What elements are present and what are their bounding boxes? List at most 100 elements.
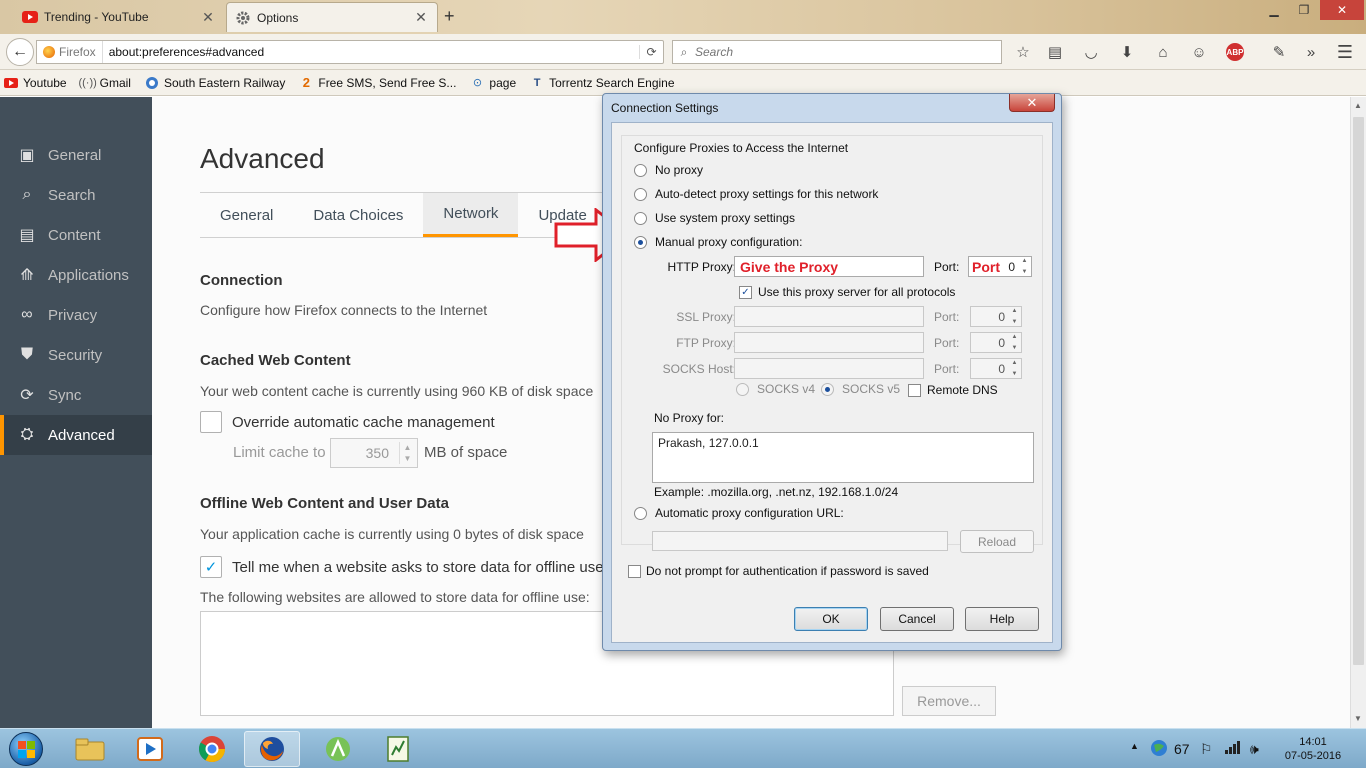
cancel-button[interactable]: Cancel xyxy=(880,607,954,631)
url-bar[interactable]: Firefox about:preferences#advanced ⟳ xyxy=(36,40,664,64)
radio-manual-proxy[interactable]: Manual proxy configuration: xyxy=(634,235,802,249)
port-spinner[interactable]: ▲ ▼ xyxy=(1009,308,1020,325)
ssl-port-input[interactable]: 0 ▲ ▼ xyxy=(970,306,1022,327)
sidebar-item-content[interactable]: ▤ Content xyxy=(0,215,152,255)
ftp-port-input[interactable]: 0 ▲ ▼ xyxy=(970,332,1022,353)
bookmark-torrentz[interactable]: T Torrentz Search Engine xyxy=(530,76,675,90)
tab-trending-youtube[interactable]: Trending - YouTube ✕ xyxy=(14,2,224,32)
bookmarks-menu-icon[interactable]: ▤ xyxy=(1044,42,1066,62)
show-hidden-icons-arrow[interactable]: ▲ xyxy=(1130,741,1139,751)
sidebar-item-security[interactable]: ⛊ Security xyxy=(0,335,152,375)
radio-system-proxy[interactable]: Use system proxy settings xyxy=(634,211,795,225)
socks-port-input[interactable]: 0 ▲ ▼ xyxy=(970,358,1022,379)
cache-limit-spinner[interactable]: ▲ ▼ xyxy=(399,442,415,464)
auto-config-url-input[interactable] xyxy=(652,531,948,551)
hello-chat-icon[interactable]: ☺ xyxy=(1188,42,1210,62)
ftp-proxy-input[interactable] xyxy=(734,332,924,353)
extension-icon[interactable]: ✎ xyxy=(1268,42,1290,62)
radio-button[interactable] xyxy=(634,187,647,201)
signal-strength-icon[interactable] xyxy=(1224,739,1242,758)
sidebar-item-sync[interactable]: ⟳ Sync xyxy=(0,375,152,415)
bookmark-gmail[interactable]: ((·)) Gmail xyxy=(78,76,131,90)
close-window-button[interactable]: ✕ xyxy=(1320,0,1364,20)
new-tab-plus-icon[interactable]: + xyxy=(444,6,455,27)
sidebar-item-search[interactable]: ⌕ Search xyxy=(0,175,152,215)
page-scrollbar[interactable]: ▲ ▼ xyxy=(1350,97,1366,728)
volume-icon[interactable]: 🕪 xyxy=(1250,741,1259,758)
maximize-window-button[interactable]: ❐ xyxy=(1290,0,1318,20)
minimize-window-button[interactable]: ▁ xyxy=(1260,0,1288,20)
radio-socks-v5[interactable]: SOCKS v5 xyxy=(821,382,900,396)
sidebar-item-advanced[interactable]: ⛭ Advanced xyxy=(0,415,152,455)
pocket-icon[interactable]: ◡ xyxy=(1080,42,1102,62)
system-clock[interactable]: 14:01 07-05-2016 xyxy=(1276,735,1350,763)
tray-counter[interactable]: 67 xyxy=(1174,741,1190,757)
taskbar-file-explorer[interactable] xyxy=(62,731,118,767)
subtab-data-choices[interactable]: Data Choices xyxy=(293,193,423,237)
help-button[interactable]: Help xyxy=(965,607,1039,631)
bookmark-star-icon[interactable]: ☆ xyxy=(1012,42,1034,62)
site-identity[interactable]: Firefox xyxy=(37,41,103,63)
bookmark-south-eastern-railway[interactable]: South Eastern Railway xyxy=(145,76,285,90)
search-bar[interactable]: ⌕ xyxy=(672,40,1002,64)
taskbar-firefox[interactable] xyxy=(244,731,300,767)
port-spinner[interactable]: ▲ ▼ xyxy=(1009,334,1020,351)
ssl-proxy-input[interactable] xyxy=(734,306,924,327)
remove-button[interactable]: Remove... xyxy=(902,686,996,716)
adblock-plus-icon[interactable]: ABP xyxy=(1224,42,1246,62)
scroll-up-arrow-icon[interactable]: ▲ xyxy=(1354,101,1362,110)
cache-limit-input[interactable]: 350 ▲ ▼ xyxy=(330,438,418,468)
sidebar-item-applications[interactable]: ⟰ Applications xyxy=(0,255,152,295)
use-for-all-checkbox[interactable]: ✓ xyxy=(739,286,752,299)
start-button[interactable] xyxy=(4,731,48,767)
remote-dns-checkbox[interactable] xyxy=(908,384,921,397)
close-icon[interactable]: ✕ xyxy=(1009,94,1055,112)
search-input[interactable] xyxy=(695,45,1001,59)
override-cache-checkbox[interactable] xyxy=(200,411,222,433)
scroll-down-arrow-icon[interactable]: ▼ xyxy=(1354,714,1362,723)
radio-auto-detect[interactable]: Auto-detect proxy settings for this netw… xyxy=(634,187,878,201)
sidebar-item-privacy[interactable]: ∞ Privacy xyxy=(0,295,152,335)
sidebar-item-general[interactable]: ▣ General xyxy=(0,135,152,175)
tell-me-checkbox[interactable]: ✓ xyxy=(200,556,222,578)
radio-button[interactable] xyxy=(634,163,647,177)
taskbar-media-player[interactable] xyxy=(122,731,178,767)
hamburger-menu-icon[interactable]: ☰ xyxy=(1334,42,1356,62)
reload-button[interactable]: Reload xyxy=(960,530,1034,553)
radio-button[interactable] xyxy=(634,235,647,249)
close-tab-icon[interactable]: ✕ xyxy=(200,9,216,26)
radio-no-proxy[interactable]: No proxy xyxy=(634,163,703,177)
taskbar-notepad[interactable] xyxy=(370,731,426,767)
dialog-titlebar[interactable]: Connection Settings ✕ xyxy=(603,94,1061,120)
action-center-icon[interactable]: ⚐ xyxy=(1200,741,1213,758)
radio-button[interactable] xyxy=(634,506,647,520)
network-globe-icon[interactable] xyxy=(1150,739,1168,760)
bookmark-page[interactable]: ⊙ page xyxy=(470,76,516,90)
socks-host-input[interactable] xyxy=(734,358,924,379)
home-icon[interactable]: ⌂ xyxy=(1152,42,1174,62)
tab-options[interactable]: Options ✕ xyxy=(226,2,438,32)
radio-button[interactable] xyxy=(736,382,749,396)
port-spinner[interactable]: ▲ ▼ xyxy=(1019,258,1030,275)
taskbar-android-studio[interactable] xyxy=(310,731,366,767)
taskbar-chrome[interactable] xyxy=(184,731,240,767)
ok-button[interactable]: OK xyxy=(794,607,868,631)
subtab-network[interactable]: Network xyxy=(423,193,519,237)
http-port-input[interactable]: Port 0 ▲ ▼ xyxy=(968,256,1032,277)
downloads-icon[interactable]: ⬇ xyxy=(1116,42,1138,62)
radio-button[interactable] xyxy=(634,211,647,225)
back-arrow-icon[interactable]: ← xyxy=(6,38,34,66)
url-text[interactable]: about:preferences#advanced xyxy=(103,45,639,59)
radio-button[interactable] xyxy=(821,382,834,396)
scrollbar-thumb[interactable] xyxy=(1353,117,1364,665)
subtab-general[interactable]: General xyxy=(200,193,293,237)
reload-icon[interactable]: ⟳ xyxy=(639,45,663,59)
no-auth-prompt-checkbox[interactable] xyxy=(628,565,641,578)
port-spinner[interactable]: ▲ ▼ xyxy=(1009,360,1020,377)
bookmark-free-sms[interactable]: 2 Free SMS, Send Free S... xyxy=(299,75,457,90)
bookmark-youtube[interactable]: Youtube xyxy=(4,76,67,90)
radio-auto-config-url[interactable]: Automatic proxy configuration URL: xyxy=(634,506,844,520)
http-proxy-input[interactable]: Give the Proxy xyxy=(734,256,924,277)
close-tab-icon[interactable]: ✕ xyxy=(413,9,429,26)
radio-socks-v4[interactable]: SOCKS v4 xyxy=(736,382,815,396)
